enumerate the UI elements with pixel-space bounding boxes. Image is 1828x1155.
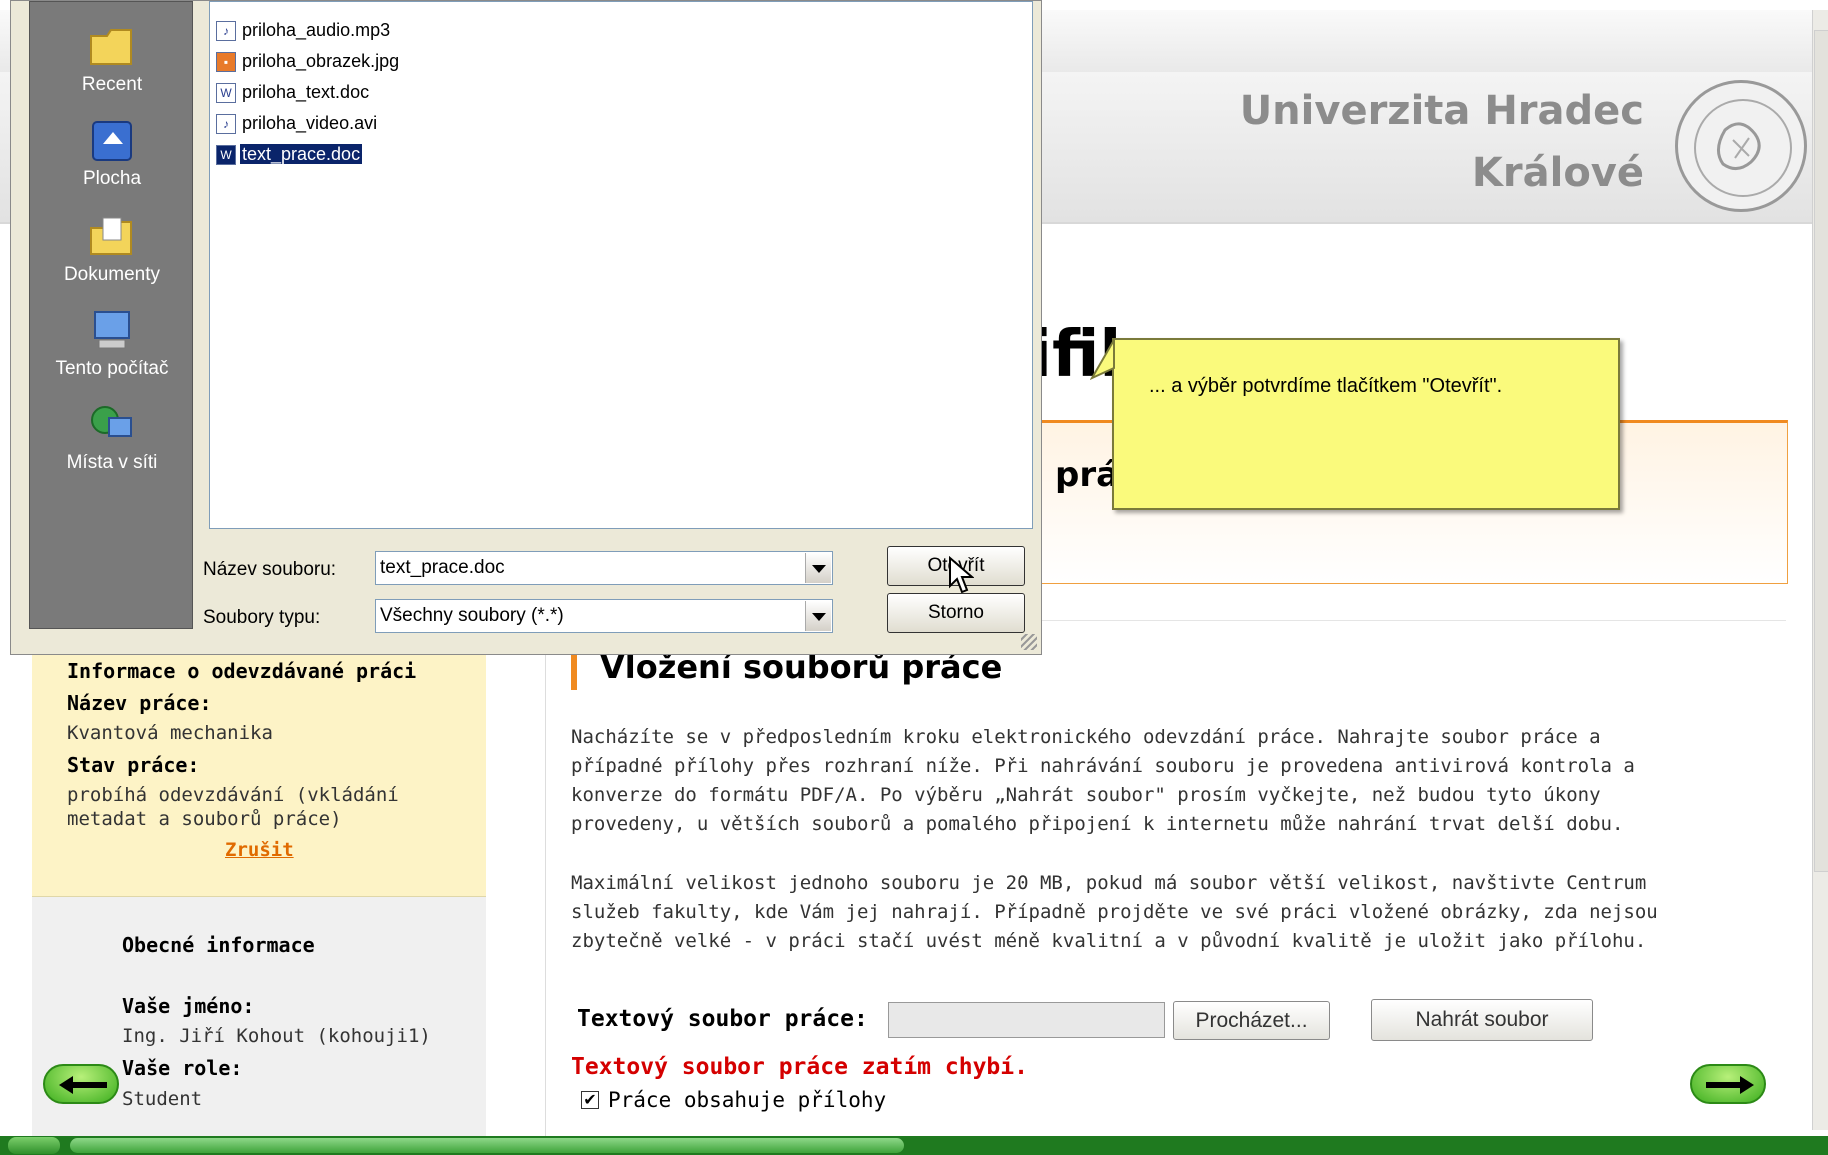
arrow-right-icon — [1706, 1076, 1754, 1094]
scrollbar-thumb[interactable] — [1814, 30, 1828, 872]
places-bar: Recent Plocha Dokumenty Tento počítač Mí… — [29, 1, 193, 629]
your-role-value: Student — [122, 1088, 203, 1110]
next-step-button[interactable] — [1690, 1064, 1766, 1104]
image-file-icon: ▪ — [216, 52, 236, 73]
size-line: Maximální velikost jednoho souboru je 20… — [571, 872, 1647, 894]
intro-line: případné přílohy přes rozhraní níže. Při… — [571, 755, 1635, 777]
word-file-icon: W — [216, 83, 236, 104]
attachments-checkbox-label[interactable]: Práce obsahuje přílohy — [608, 1088, 886, 1112]
upload-file-button[interactable]: Nahrát soubor — [1371, 999, 1593, 1041]
university-seal-logo — [1675, 80, 1807, 212]
desktop-icon — [92, 121, 132, 161]
folder-icon — [90, 29, 132, 65]
arrow-left-icon — [59, 1076, 107, 1094]
video-file-icon: ♪ — [216, 114, 236, 135]
intro-line: konverze do formátu PDF/A. Po výběru „Na… — [571, 784, 1601, 806]
play-icon[interactable] — [8, 1137, 60, 1154]
places-recent[interactable]: Recent — [30, 24, 194, 96]
file-item[interactable]: ▪ priloha_obrazek.jpg — [216, 48, 401, 74]
work-info-title: Informace o odevzdávané práci — [67, 659, 417, 683]
page-scrollbar[interactable] — [1812, 10, 1828, 1130]
work-state-label: Stav práce: — [67, 753, 200, 777]
university-name-line2: Králové — [1471, 150, 1644, 196]
filetype-select[interactable]: Všechny soubory (*.*) — [375, 599, 833, 633]
university-name-line1: Univerzita Hradec — [1239, 88, 1644, 134]
resize-grip-icon[interactable] — [1021, 634, 1037, 650]
file-open-dialog: Recent Plocha Dokumenty Tento počítač Mí… — [10, 0, 1042, 655]
tooltip-pointer — [1090, 338, 1115, 381]
chevron-down-icon[interactable] — [805, 553, 831, 583]
intro-line: Nacházíte se v předposledním kroku elekt… — [571, 726, 1601, 748]
your-name-value: Ing. Jiří Kohout (kohouji1) — [122, 1025, 431, 1047]
work-name-label: Název práce: — [67, 691, 212, 715]
process-box-heading-fragment: prá — [1055, 455, 1120, 495]
text-file-label: Textový soubor práce: — [577, 1006, 868, 1032]
tooltip-text: ... a výběr potvrdíme tlačítkem "Otevřít… — [1149, 375, 1503, 397]
cancel-button[interactable]: Storno — [887, 593, 1025, 633]
network-icon — [91, 406, 132, 437]
section-accent-bar — [571, 652, 577, 690]
file-item[interactable]: ♪ priloha_audio.mp3 — [216, 17, 392, 43]
filename-label: Název souboru: — [203, 559, 337, 580]
work-state-value-line2: metadat a souborů práce) — [67, 808, 342, 830]
size-line: služeb fakulty, kde Vám jej nahrají. Pří… — [571, 901, 1658, 923]
size-limit-paragraph: Maximální velikost jednoho souboru je 20… — [571, 869, 1771, 956]
filetype-value[interactable]: Všechny soubory (*.*) — [380, 605, 564, 626]
places-desktop[interactable]: Plocha — [30, 118, 194, 190]
places-documents[interactable]: Dokumenty — [30, 214, 194, 286]
places-this-computer[interactable]: Tento počítač — [30, 308, 194, 380]
intro-paragraph: Nacházíte se v předposledním kroku elekt… — [571, 723, 1771, 839]
file-item[interactable]: ♪ priloha_video.avi — [216, 110, 379, 136]
missing-file-error: Textový soubor práce zatím chybí. — [571, 1054, 1028, 1080]
attachments-checkbox[interactable]: ✔ — [581, 1091, 599, 1109]
chevron-down-icon[interactable] — [805, 601, 831, 631]
filename-combobox[interactable]: text_prace.doc — [375, 551, 833, 585]
file-list[interactable]: ♪ priloha_audio.mp3 ▪ priloha_obrazek.jpg … — [209, 1, 1033, 529]
places-network[interactable]: Místa v síti — [30, 402, 194, 474]
text-file-input[interactable] — [888, 1002, 1165, 1038]
computer-icon — [94, 311, 130, 349]
playback-progress-fill — [70, 1138, 904, 1153]
browse-button[interactable]: Procházet... — [1173, 1001, 1330, 1040]
cancel-submission-link[interactable]: Zrušit — [225, 839, 294, 861]
your-role-label: Vaše role: — [122, 1056, 243, 1080]
your-name-label: Vaše jméno: — [122, 994, 255, 1018]
audio-file-icon: ♪ — [216, 21, 236, 42]
filename-value[interactable]: text_prace.doc — [380, 557, 505, 578]
documents-folder-icon — [90, 217, 132, 255]
size-line: zbytečně velké - v práci stačí uvést mén… — [571, 930, 1647, 952]
word-file-icon: W — [216, 145, 236, 166]
file-item-selected[interactable]: Wtext_prace.doc — [216, 141, 364, 167]
player-progress-bar[interactable] — [0, 1136, 1828, 1155]
filetype-label: Soubory typu: — [203, 607, 321, 628]
general-info-title: Obecné informace — [122, 933, 315, 957]
work-state-value-line1: probíhá odevzdávání (vkládání — [67, 784, 399, 806]
work-name-value: Kvantová mechanika — [67, 722, 273, 744]
previous-step-button[interactable] — [43, 1064, 119, 1104]
tutorial-tooltip: ... a výběr potvrdíme tlačítkem "Otevřít… — [1112, 338, 1620, 510]
mouse-cursor-icon — [949, 556, 974, 594]
file-item[interactable]: Wpriloha_text.doc — [216, 79, 371, 105]
intro-line: provedeny, u větších souborů a pomalého … — [571, 813, 1624, 835]
